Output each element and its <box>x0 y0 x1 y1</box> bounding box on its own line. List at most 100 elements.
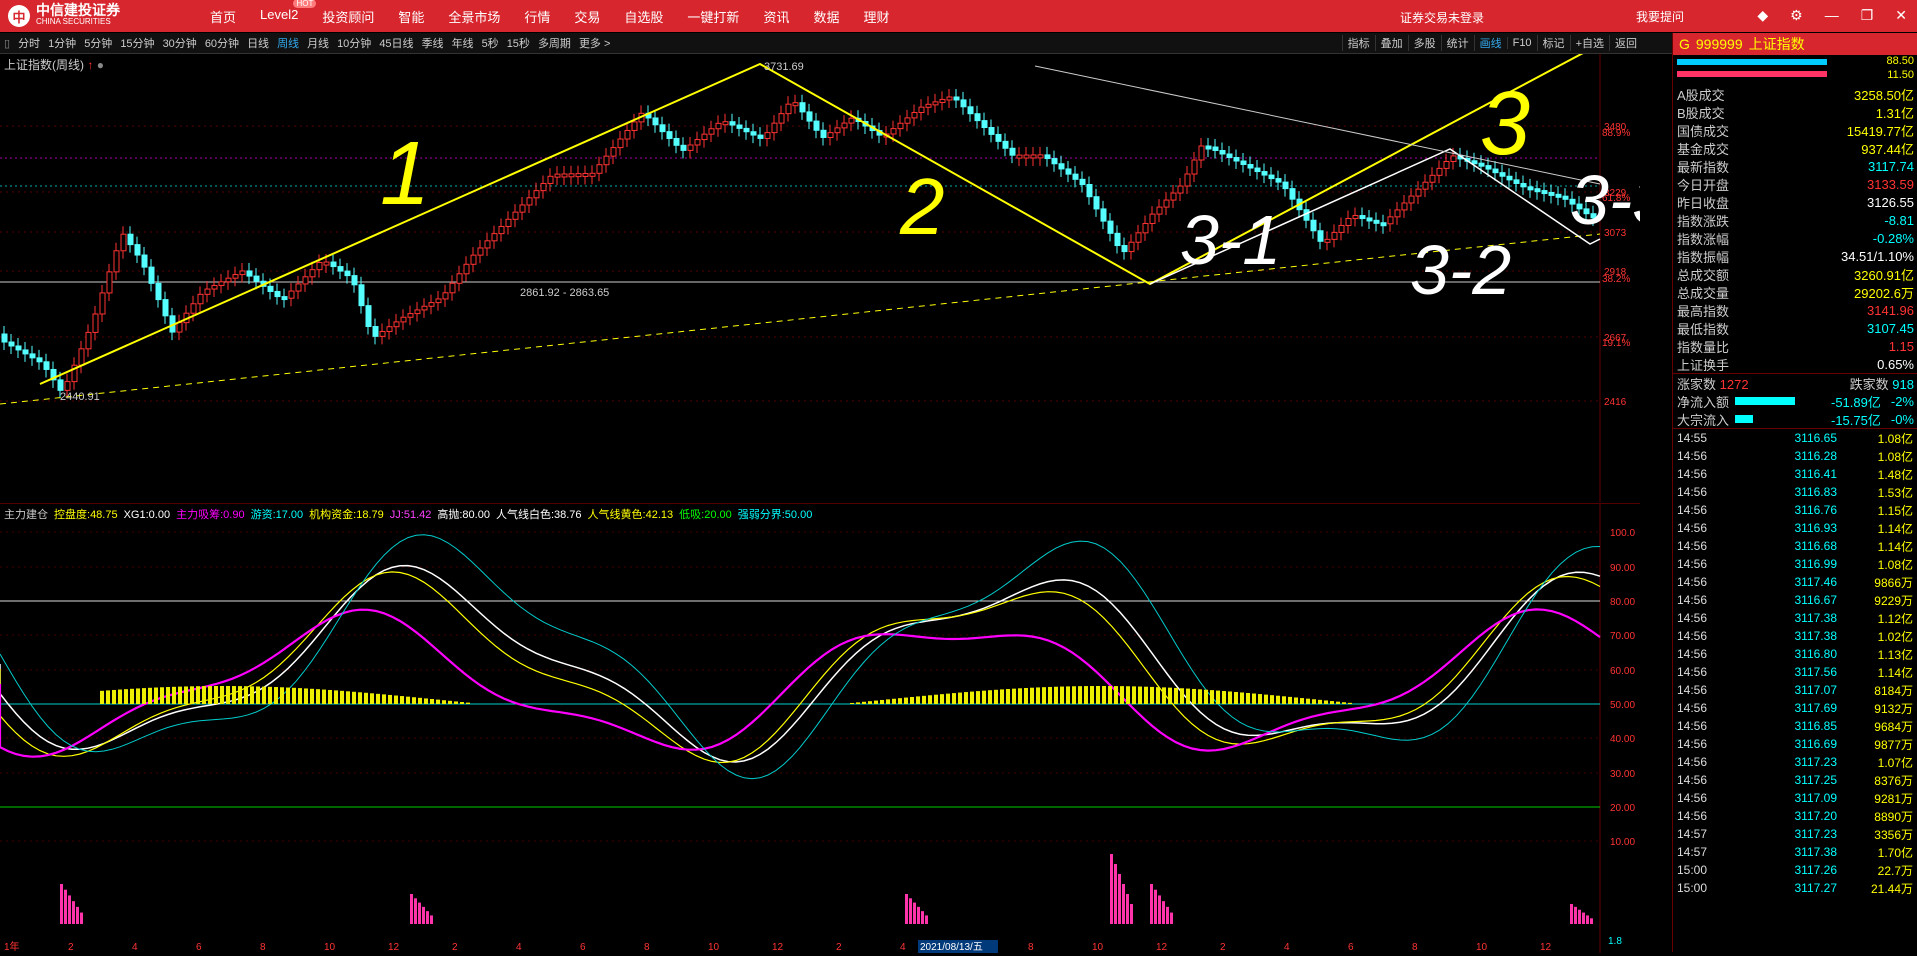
nav-item-1[interactable]: Level2 HOT <box>248 0 317 26</box>
tool-4[interactable]: 画线 <box>1473 35 1507 51</box>
yellow-bar <box>1210 690 1214 704</box>
candle-body <box>631 121 638 131</box>
period-13[interactable]: 5秒 <box>478 35 503 51</box>
candle-body <box>743 127 750 133</box>
yellow-bar <box>142 688 146 704</box>
tick-time: 14:56 <box>1677 701 1708 715</box>
nav-item-5[interactable]: 行情 <box>512 7 562 26</box>
yellow-bar <box>310 688 314 704</box>
nav-item-6[interactable]: 交易 <box>562 7 612 26</box>
ratio-bar-red <box>1677 71 1827 77</box>
period-1[interactable]: 1分钟 <box>44 35 80 51</box>
indicator-value: 48.75 <box>90 509 118 521</box>
tool-8[interactable]: 返回 <box>1609 35 1642 51</box>
candle-body <box>1247 164 1254 169</box>
nav-item-2[interactable]: 投资顾问 <box>310 7 386 26</box>
period-11[interactable]: 季线 <box>418 35 448 51</box>
period-2[interactable]: 5分钟 <box>80 35 116 51</box>
tick-volume: 9229万 <box>1874 593 1913 608</box>
tool-0[interactable]: 指标 <box>1341 35 1375 51</box>
stat-row: B股成交 1.31亿 <box>1673 103 1917 121</box>
yellow-bar <box>106 690 110 704</box>
stat-label: 昨日收盘 <box>1677 195 1730 211</box>
tick-row: 14:55 3116.65 1.08亿 <box>1673 429 1917 447</box>
yellow-bar <box>1270 695 1274 704</box>
x-tick: 2 <box>836 942 842 953</box>
ratio-bar-blue <box>1677 59 1827 65</box>
candle-body <box>435 298 442 304</box>
period-12[interactable]: 年线 <box>448 35 478 51</box>
period-9[interactable]: 10分钟 <box>333 35 375 51</box>
nav-item-7[interactable]: 自选股 <box>612 7 675 26</box>
period-15[interactable]: 多周期 <box>534 35 575 51</box>
candle-body <box>610 147 617 157</box>
indicator-chart[interactable]: 主力建仓 控盘度:48.75 XG1:0.00 主力吸筹:0.90 游资:17.00 机构… <box>0 503 1640 953</box>
x-tick: 4 <box>900 942 906 953</box>
tool-1[interactable]: 叠加 <box>1374 35 1408 51</box>
nav-item-9[interactable]: 资讯 <box>751 7 801 26</box>
candle-body <box>820 129 827 138</box>
period-5[interactable]: 60分钟 <box>201 35 243 51</box>
tool-3[interactable]: 统计 <box>1440 35 1474 51</box>
period-0[interactable]: 分时 <box>14 35 44 51</box>
close-icon[interactable]: ✕ <box>1895 7 1907 24</box>
yellow-bar <box>346 691 350 704</box>
tick-price: 3117.38 <box>1794 611 1838 625</box>
candle-body <box>218 281 225 286</box>
minimize-icon[interactable]: — <box>1825 7 1839 24</box>
x-tick: 2 <box>452 942 458 953</box>
nav-item-11[interactable]: 理财 <box>851 7 901 26</box>
candle-body <box>841 122 848 129</box>
tool-6[interactable]: 标记 <box>1536 35 1570 51</box>
ind-tick: 70.00 <box>1610 631 1635 642</box>
gear-icon[interactable]: ⚙ <box>1790 7 1803 24</box>
period-7[interactable]: 周线 <box>273 35 303 51</box>
nav-item-4[interactable]: 全景市场 <box>436 7 512 26</box>
ask-question-link[interactable]: 我要提问 <box>1636 8 1684 25</box>
candle-body <box>141 254 148 268</box>
quote-panel: G 999999 上证指数 88.50 11.50 A股成交 3258.50亿 B股… <box>1672 33 1917 952</box>
period-10[interactable]: 45日线 <box>375 35 417 51</box>
restore-icon[interactable]: ❐ <box>1861 7 1874 24</box>
nav-item-3[interactable]: 智能 <box>386 7 436 26</box>
tool-7[interactable]: +自选 <box>1569 35 1609 51</box>
candle-body <box>1534 188 1541 193</box>
period-14[interactable]: 15秒 <box>503 35 534 51</box>
tick-time: 14:56 <box>1677 755 1708 769</box>
period-4[interactable]: 30分钟 <box>159 35 201 51</box>
tick-list[interactable]: 14:55 3116.65 1.08亿 14:56 3116.28 1.08亿 14:56 3… <box>1673 428 1917 897</box>
candle-body <box>1191 159 1198 175</box>
tick-price: 3117.09 <box>1794 791 1838 805</box>
nav-item-label: 全景市场 <box>448 9 501 25</box>
main-kline-chart[interactable]: 上证指数(周线) ↑ ● 3480 3229 3073 2918 2667 2416 88.… <box>0 43 1671 502</box>
nav-item-0[interactable]: 首页 <box>198 7 248 26</box>
tick-volume: 1.08亿 <box>1877 557 1913 572</box>
nav-item-8[interactable]: 一键打新 <box>675 7 751 26</box>
period-16[interactable]: 更多 > <box>575 35 614 51</box>
layout-icon[interactable]: ▯ <box>0 37 14 50</box>
indicator-name[interactable]: 主力建仓 <box>4 509 48 521</box>
login-status[interactable]: 证券交易未登录 <box>1400 9 1484 26</box>
range-label: 2861.92 - 2863.65 <box>520 287 609 299</box>
x-tick: 8 <box>1028 942 1034 953</box>
tool-5[interactable]: F10 <box>1506 37 1537 49</box>
cube-icon[interactable]: ◆ <box>1757 7 1768 24</box>
settings-dot-icon[interactable]: ● <box>97 58 104 72</box>
candle-body <box>78 348 85 366</box>
candle-body <box>1128 241 1135 253</box>
tool-2[interactable]: 多股 <box>1407 35 1441 51</box>
nav-item-10[interactable]: 数据 <box>801 7 851 26</box>
period-6[interactable]: 日线 <box>243 35 273 51</box>
brand-logo[interactable]: 中 中信建投证券 CHINA SECURITIES <box>0 3 198 28</box>
stat-value: 3141.96 <box>1867 302 1914 318</box>
stat-value: 0.65% <box>1877 356 1914 372</box>
yellow-bar <box>274 687 278 704</box>
candle-body <box>1086 184 1093 198</box>
candle-body <box>428 302 435 307</box>
candle-body <box>92 313 99 333</box>
period-8[interactable]: 月线 <box>303 35 333 51</box>
candle-body <box>1149 213 1156 224</box>
stat-row: 最低指数 3107.45 <box>1673 319 1917 337</box>
period-3[interactable]: 15分钟 <box>116 35 158 51</box>
candle-body <box>309 269 316 278</box>
